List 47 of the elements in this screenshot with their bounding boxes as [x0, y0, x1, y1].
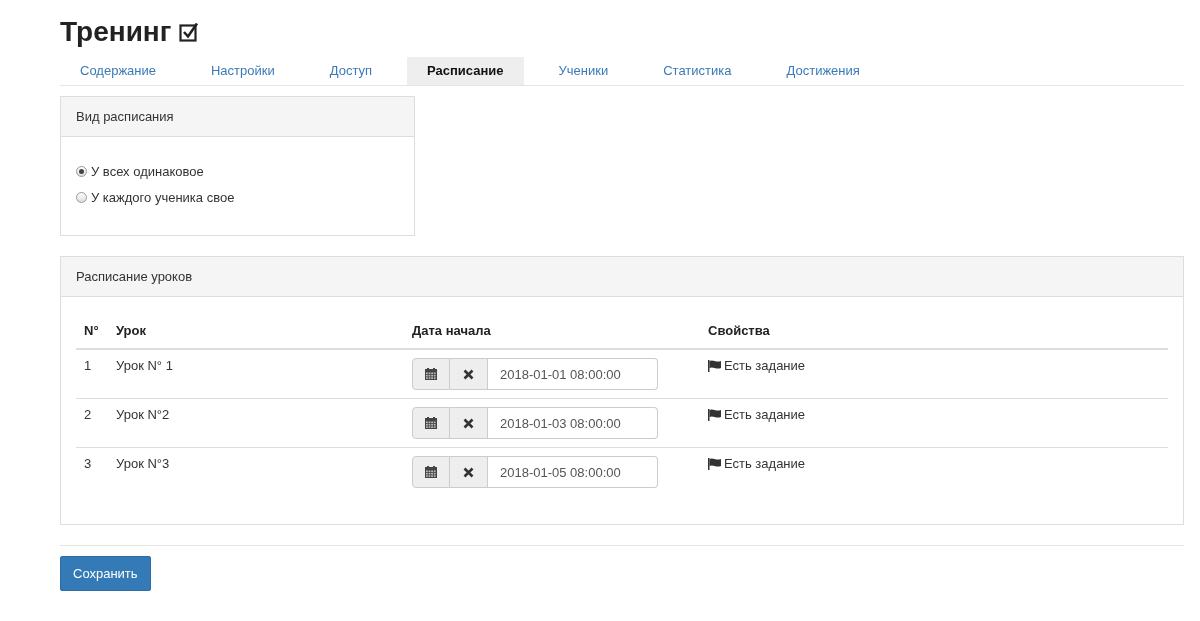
clear-button[interactable]: [450, 456, 488, 488]
tab[interactable]: Статистика: [643, 57, 752, 85]
calendar-button[interactable]: [412, 358, 450, 390]
property-label: Есть задание: [724, 407, 806, 422]
column-header: Урок: [108, 317, 404, 349]
clear-icon: [463, 368, 474, 380]
tab[interactable]: Ученики: [538, 57, 629, 85]
panel-heading: Вид расписания: [61, 97, 414, 137]
clear-button[interactable]: [450, 407, 488, 439]
clear-button[interactable]: [450, 358, 488, 390]
column-header: Дата начала: [404, 317, 700, 349]
flag-icon: [708, 457, 721, 470]
checked-box-icon: [179, 22, 200, 42]
clear-icon: [463, 417, 474, 429]
table-cell: Урок N°3: [108, 447, 404, 496]
page-title: Тренинг: [60, 16, 172, 48]
flag-icon: [708, 359, 721, 372]
date-field[interactable]: 2018-01-03 08:00:00: [488, 407, 658, 439]
radio-label[interactable]: У всех одинаковое: [91, 164, 204, 179]
tab[interactable]: Содержание: [60, 57, 176, 85]
table-cell: 2: [76, 398, 108, 448]
property-label: Есть задание: [724, 358, 806, 373]
table-cell: 1: [76, 349, 108, 399]
tab[interactable]: Настройки: [191, 57, 295, 85]
tab[interactable]: Расписание: [407, 57, 524, 85]
radio-label[interactable]: У каждого ученика свое: [91, 190, 235, 205]
column-header: N°: [76, 317, 108, 349]
calendar-icon: [425, 417, 437, 429]
flag-icon: [708, 408, 721, 421]
column-header: Свойства: [700, 317, 1168, 349]
calendar-icon: [425, 466, 437, 478]
table-cell: Урок N° 1: [108, 349, 404, 399]
calendar-button[interactable]: [412, 456, 450, 488]
date-field[interactable]: 2018-01-01 08:00:00: [488, 358, 658, 390]
clear-icon: [463, 466, 474, 478]
radio-button[interactable]: [76, 166, 87, 177]
date-field[interactable]: 2018-01-05 08:00:00: [488, 456, 658, 488]
calendar-button[interactable]: [412, 407, 450, 439]
property-label: Есть задание: [724, 456, 806, 471]
save-button[interactable]: Сохранить: [60, 556, 151, 591]
calendar-icon: [425, 368, 437, 380]
radio-button[interactable]: [76, 192, 87, 203]
table-cell: 3: [76, 447, 108, 496]
tab[interactable]: Доступ: [309, 57, 393, 85]
panel-heading: Расписание уроков: [61, 257, 1183, 297]
table-cell: Урок N°2: [108, 398, 404, 448]
tab[interactable]: Достижения: [766, 57, 880, 85]
